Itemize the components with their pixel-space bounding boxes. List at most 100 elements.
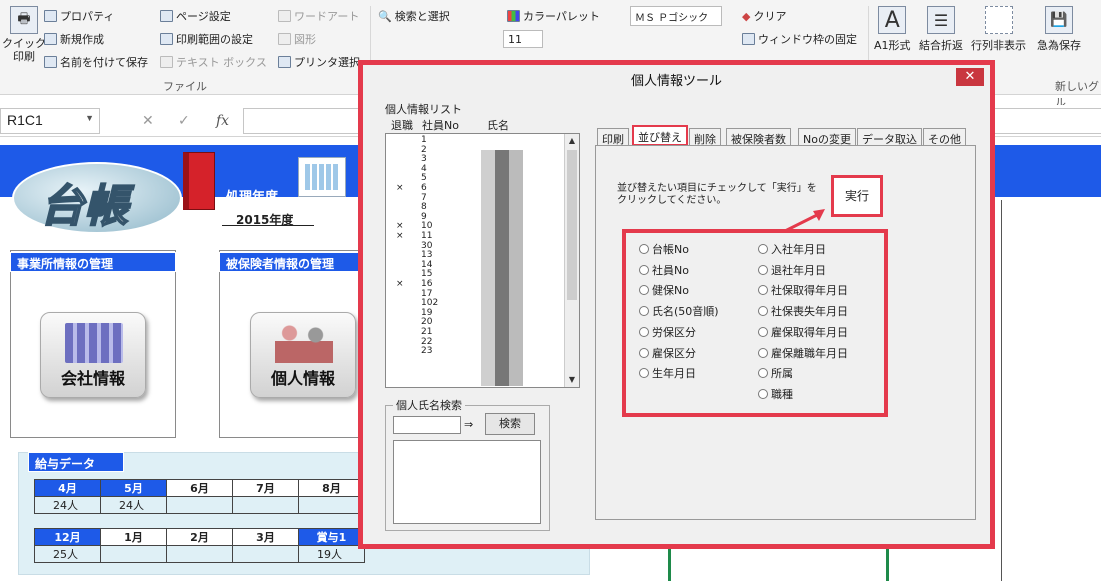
list-row[interactable]: 20 bbox=[386, 318, 556, 328]
company-info-button[interactable]: 会社情報 bbox=[40, 312, 146, 398]
list-row[interactable]: × 11 bbox=[386, 231, 556, 242]
month-header[interactable]: 5月 bbox=[100, 479, 167, 497]
tab-print[interactable]: 印刷 bbox=[597, 128, 629, 146]
scroll-down-icon[interactable]: ▼ bbox=[565, 373, 579, 387]
scroll-thumb[interactable] bbox=[567, 150, 577, 300]
headcount-cell[interactable] bbox=[166, 545, 233, 563]
print-area-button[interactable]: 印刷範囲の設定 bbox=[160, 31, 253, 47]
personal-info-button[interactable]: 個人情報 bbox=[250, 312, 356, 398]
merge-wrap-button[interactable]: ☰ 結合折返 bbox=[919, 6, 963, 53]
list-row[interactable]: 2 bbox=[386, 145, 556, 156]
list-row[interactable]: 15 bbox=[386, 270, 556, 280]
radio-icon[interactable] bbox=[639, 264, 649, 275]
sort-option[interactable]: 社員No bbox=[639, 262, 689, 278]
sort-option[interactable]: 所属 bbox=[758, 365, 793, 381]
tab-delete[interactable]: 削除 bbox=[689, 128, 721, 146]
headcount-cell[interactable] bbox=[232, 545, 299, 563]
headcount-cell[interactable]: 24人 bbox=[34, 496, 101, 514]
radio-icon[interactable] bbox=[639, 347, 649, 358]
list-row[interactable]: 14 bbox=[386, 260, 556, 271]
personal-info-list[interactable]: 1 2 3 4 5 × 6 7 8 9 × 10 × 11 30 13 14 15 × 16 17 102 19 20 21 22… bbox=[385, 133, 580, 388]
headcount-cell[interactable] bbox=[232, 496, 299, 514]
month-header[interactable]: 3月 bbox=[232, 528, 299, 546]
find-select-button[interactable]: 🔍 検索と選択 bbox=[378, 8, 450, 24]
sort-option[interactable]: 職種 bbox=[758, 386, 793, 402]
list-row[interactable]: 21 bbox=[386, 327, 556, 338]
radio-icon[interactable] bbox=[758, 388, 768, 399]
sort-option[interactable]: 雇保離職年月日 bbox=[758, 345, 848, 361]
sort-option[interactable]: 労保区分 bbox=[639, 324, 696, 340]
tab-insured-count[interactable]: 被保険者数 bbox=[726, 128, 791, 146]
quick-print-button[interactable]: 🖶 クイック 印刷 bbox=[2, 6, 46, 63]
headcount-cell[interactable] bbox=[298, 496, 365, 514]
sort-option[interactable]: 雇保取得年月日 bbox=[758, 324, 848, 340]
tab-change-no[interactable]: Noの変更 bbox=[798, 128, 856, 146]
headcount-cell[interactable]: 24人 bbox=[100, 496, 167, 514]
word-art-button[interactable]: ワードアート bbox=[278, 8, 359, 24]
page-setup-button[interactable]: ページ設定 bbox=[160, 8, 231, 24]
list-row[interactable]: × 6 bbox=[386, 183, 556, 194]
save-as-button[interactable]: 名前を付けて保存 bbox=[44, 54, 148, 70]
month-header[interactable]: 6月 bbox=[166, 479, 233, 497]
sort-option[interactable]: 社保取得年月日 bbox=[758, 282, 848, 298]
color-palette-button[interactable]: カラーパレット bbox=[507, 8, 600, 24]
headcount-cell[interactable]: 19人 bbox=[298, 545, 365, 563]
headcount-cell[interactable]: 25人 bbox=[34, 545, 101, 563]
search-button[interactable]: 検索 bbox=[485, 413, 535, 435]
radio-icon[interactable] bbox=[639, 244, 649, 254]
list-row[interactable]: 7 bbox=[386, 193, 556, 204]
function-icon[interactable]: fx bbox=[216, 113, 229, 129]
radio-icon[interactable] bbox=[758, 244, 768, 254]
execute-button[interactable]: 実行 bbox=[831, 175, 883, 217]
month-header[interactable]: 7月 bbox=[232, 479, 299, 497]
cancel-icon[interactable]: ✕ bbox=[142, 113, 154, 129]
font-name-select[interactable]: ＭＳ Ｐゴシック bbox=[630, 6, 722, 26]
text-box-button[interactable]: テキスト ボックス bbox=[160, 54, 267, 70]
sort-option[interactable]: 社保喪失年月日 bbox=[758, 303, 848, 319]
list-row[interactable]: 9 bbox=[386, 212, 556, 223]
check-icon[interactable]: ✓ bbox=[178, 113, 190, 129]
list-row[interactable]: 8 bbox=[386, 203, 556, 213]
radio-icon[interactable] bbox=[758, 285, 768, 296]
radio-icon[interactable] bbox=[758, 306, 768, 317]
name-box[interactable]: R1C1 ▼ bbox=[0, 108, 100, 134]
name-search-input[interactable] bbox=[393, 416, 461, 434]
chevron-down-icon[interactable]: ▼ bbox=[85, 113, 94, 123]
month-header[interactable]: 8月 bbox=[298, 479, 365, 497]
close-button[interactable]: ✕ bbox=[956, 68, 984, 86]
clear-button[interactable]: ◆ クリア bbox=[742, 8, 786, 24]
tab-data-import[interactable]: データ取込 bbox=[857, 128, 922, 146]
sort-option[interactable]: 入社年月日 bbox=[758, 241, 826, 257]
list-row[interactable]: 23 bbox=[386, 347, 556, 357]
headcount-cell[interactable] bbox=[166, 496, 233, 514]
list-row[interactable]: 17 bbox=[386, 289, 556, 300]
sort-option[interactable]: 健保No bbox=[639, 282, 689, 298]
list-row[interactable]: 5 bbox=[386, 174, 556, 184]
headcount-cell[interactable] bbox=[100, 545, 167, 563]
list-scrollbar[interactable]: ▲ ▼ bbox=[564, 134, 579, 387]
list-row[interactable]: 102 bbox=[386, 299, 556, 309]
month-header[interactable]: 12月 bbox=[34, 528, 101, 546]
bonus-header[interactable]: 賞与1 bbox=[298, 528, 365, 546]
list-row[interactable]: 4 bbox=[386, 164, 556, 175]
sort-option[interactable]: 台帳No bbox=[639, 241, 689, 257]
radio-icon[interactable] bbox=[639, 326, 649, 337]
sort-option[interactable]: 氏名(50音順) bbox=[639, 303, 719, 319]
month-header[interactable]: 2月 bbox=[166, 528, 233, 546]
tab-sort[interactable]: 並び替え bbox=[632, 125, 688, 146]
month-header[interactable]: 4月 bbox=[34, 479, 101, 497]
radio-icon[interactable] bbox=[639, 306, 649, 317]
hide-rows-cols-button[interactable]: 行列非表示 bbox=[971, 6, 1026, 53]
list-row[interactable]: × 10 bbox=[386, 222, 556, 232]
search-results[interactable] bbox=[393, 440, 541, 524]
properties-button[interactable]: プロパティ bbox=[44, 8, 114, 24]
radio-icon[interactable] bbox=[639, 368, 649, 379]
radio-icon[interactable] bbox=[758, 347, 768, 358]
quick-save-button[interactable]: 💾 急為保存 bbox=[1037, 6, 1081, 53]
list-row[interactable]: 22 bbox=[386, 337, 556, 348]
list-row[interactable]: 13 bbox=[386, 251, 556, 261]
font-size-select[interactable]: 11 bbox=[503, 30, 543, 48]
a1-format-button[interactable]: A A1形式 bbox=[874, 6, 911, 53]
tab-other[interactable]: その他 bbox=[923, 128, 966, 146]
radio-icon[interactable] bbox=[639, 285, 649, 296]
